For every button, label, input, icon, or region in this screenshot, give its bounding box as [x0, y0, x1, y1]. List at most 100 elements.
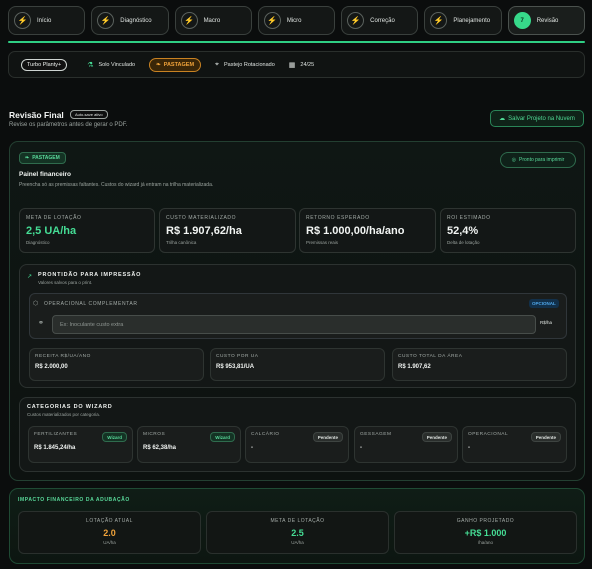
bolt-icon: ⚡ — [97, 12, 115, 29]
link-icon: ⚭ — [38, 320, 44, 327]
metric-value: R$ 953,81/UA — [216, 364, 255, 370]
season-info: ▦ 24/25 — [289, 61, 314, 69]
map-pin-icon: ⌖ — [215, 60, 219, 68]
culture-tag: ❧ PASTAGEM — [19, 152, 66, 164]
categories-subtitle: Custos materializados por categoria. — [27, 412, 101, 417]
progress-line — [8, 41, 585, 43]
pending-badge: Pendente — [421, 432, 452, 442]
autosave-badge: Auto-save ativo — [70, 110, 108, 119]
save-cloud-button[interactable]: ☁ Salvar Projeto na Nuvem — [490, 110, 584, 127]
panel-title: Painel financeiro — [19, 171, 72, 178]
save-cloud-label: Salvar Projeto na Nuvem — [508, 115, 575, 122]
impact-meta-lotacao: META DE LOTAÇÃO 2.5 UA/ha — [206, 511, 389, 554]
bolt-icon: ⚡ — [263, 12, 281, 29]
flask-icon: ⚗ — [87, 61, 94, 69]
talhao-label: Pastejo Rotacionado — [224, 61, 275, 68]
impact-title: IMPACTO FINANCEIRO DA ADUBAÇÃO — [18, 497, 130, 503]
metric-value: 52,4% — [447, 225, 479, 237]
ready-to-print-button[interactable]: ◎ Pronto para imprimir — [500, 152, 576, 168]
metric-label: RETORNO ESPERADO — [306, 215, 370, 221]
category-gessagem: GESSAGEM Pendente - — [354, 426, 458, 463]
cloud-upload-icon: ☁ — [499, 116, 506, 122]
category-value: R$ 62,38/ha — [143, 445, 177, 451]
metric-sub: Premissas reais — [306, 240, 339, 245]
solo-status: ⚗ Solo Vinculado — [87, 61, 135, 69]
step-micro[interactable]: ⚡ Micro — [257, 6, 336, 35]
culture-badge: ❧ PASTAGEM — [149, 57, 202, 72]
category-operacional: OPERACIONAL Pendente - — [462, 426, 567, 463]
impact-unit: UA/ha — [291, 540, 304, 545]
step-macro[interactable]: ⚡ Macro — [174, 6, 252, 35]
pending-badge: Pendente — [530, 432, 561, 442]
solo-label: Solo Vinculado — [98, 61, 136, 68]
impact-label: META DE LOTAÇÃO — [270, 518, 325, 524]
metric-label: CUSTO TOTAL DA ÁREA — [398, 354, 463, 359]
print-subtitle: Valores salvos para o print. — [38, 280, 93, 285]
category-micros: MICROS Wizard R$ 62,38/ha — [137, 426, 241, 463]
impact-label: LOTAÇÃO ATUAL — [86, 518, 133, 524]
step-inicio[interactable]: ⚡ Início — [8, 6, 86, 35]
step-planejamento[interactable]: ⚡ Planejamento — [424, 6, 502, 35]
step-label: Correção — [370, 17, 395, 24]
impact-value: +R$ 1.000 — [464, 528, 507, 538]
metric-receita: RECEITA R$/UA/ANO R$ 2.000,00 — [29, 348, 204, 381]
category-calcario: CALCÁRIO Pendente - — [245, 426, 349, 463]
trend-icon: ↗ — [27, 274, 33, 280]
metric-value: 2,5 UA/ha — [26, 225, 77, 237]
category-value: - — [468, 445, 470, 451]
unit-label: R$/ha — [540, 320, 553, 325]
leaf-icon: ❧ — [25, 155, 30, 161]
step-diagnostico[interactable]: ⚡ Diagnóstico — [91, 6, 169, 35]
operational-cost-input[interactable]: Ex: Inoculante custo extra — [52, 315, 536, 334]
metric-value: R$ 1.000,00/ha/ano — [306, 225, 405, 237]
print-title: PRONTIDÃO PARA IMPRESSÃO — [38, 272, 142, 278]
metric-custo: CUSTO MATERIALIZADO R$ 1.907,62/ha Trilh… — [159, 208, 296, 253]
bolt-icon: ⚡ — [430, 12, 448, 29]
metric-label: RECEITA R$/UA/ANO — [35, 354, 91, 359]
step-label: Diagnóstico — [120, 17, 152, 24]
metric-custo-ua: CUSTO POR UA R$ 953,81/UA — [210, 348, 385, 381]
bolt-icon: ⚡ — [14, 12, 31, 29]
calendar-icon: ▦ — [288, 61, 296, 69]
page-subtitle: Revise os parâmetros antes de gerar o PD… — [9, 122, 128, 128]
wizard-badge: Wizard — [102, 432, 127, 442]
metric-sub: Trilha canônica — [166, 240, 197, 245]
culture-label: PASTAGEM — [163, 61, 195, 68]
plan-pill: Turbo Planty+ — [21, 58, 68, 71]
talhao-info: ⌖ Pastejo Rotacionado — [215, 61, 275, 69]
culture-tag-label: PASTAGEM — [32, 155, 60, 161]
metric-value: R$ 1.907,62 — [398, 364, 431, 370]
step-label: Micro — [286, 17, 302, 24]
step-label: Início — [37, 17, 52, 24]
leaf-icon: ❧ — [156, 61, 161, 68]
metric-label: CUSTO MATERIALIZADO — [166, 215, 237, 221]
impact-label: GANHO PROJETADO — [456, 518, 515, 524]
impact-unit: /ha/ano — [477, 540, 493, 545]
step-label: Macro — [203, 17, 221, 24]
metric-label: META DE LOTAÇÃO — [26, 215, 82, 221]
metric-label: ROI ESTIMADO — [447, 215, 491, 221]
impact-lotacao-atual: LOTAÇÃO ATUAL 2.0 UA/ha — [18, 511, 201, 554]
panel-subtitle: Preencha só as premissas faltantes. Cust… — [19, 182, 214, 188]
step-label: Revisão — [536, 17, 559, 24]
pending-badge: Pendente — [312, 432, 343, 442]
ready-label: Pronto para imprimir — [519, 157, 565, 163]
category-value: - — [360, 445, 362, 451]
step-number: 7 — [513, 12, 531, 29]
metric-label: CUSTO POR UA — [216, 354, 259, 359]
categories-title: CATEGORIAS DO WIZARD — [27, 404, 113, 410]
impact-unit: UA/ha — [103, 540, 116, 545]
metric-sub: Delta de lotação — [447, 240, 480, 245]
operational-title: OPERACIONAL COMPLEMENTAR — [44, 301, 138, 307]
metric-value: R$ 2.000,00 — [35, 364, 68, 370]
check-circle-icon: ◎ — [511, 157, 517, 163]
step-correcao[interactable]: ⚡ Correção — [341, 6, 419, 35]
impact-value: 2.0 — [103, 528, 116, 538]
category-value: - — [251, 445, 253, 451]
metric-value: R$ 1.907,62/ha — [166, 225, 242, 237]
page-title: Revisão Final — [9, 110, 64, 120]
impact-ganho: GANHO PROJETADO +R$ 1.000 /ha/ano — [394, 511, 577, 554]
wizard-badge: Wizard — [210, 432, 235, 442]
step-revisao[interactable]: 7 Revisão — [507, 6, 585, 35]
season-label: 24/25 — [300, 61, 315, 68]
